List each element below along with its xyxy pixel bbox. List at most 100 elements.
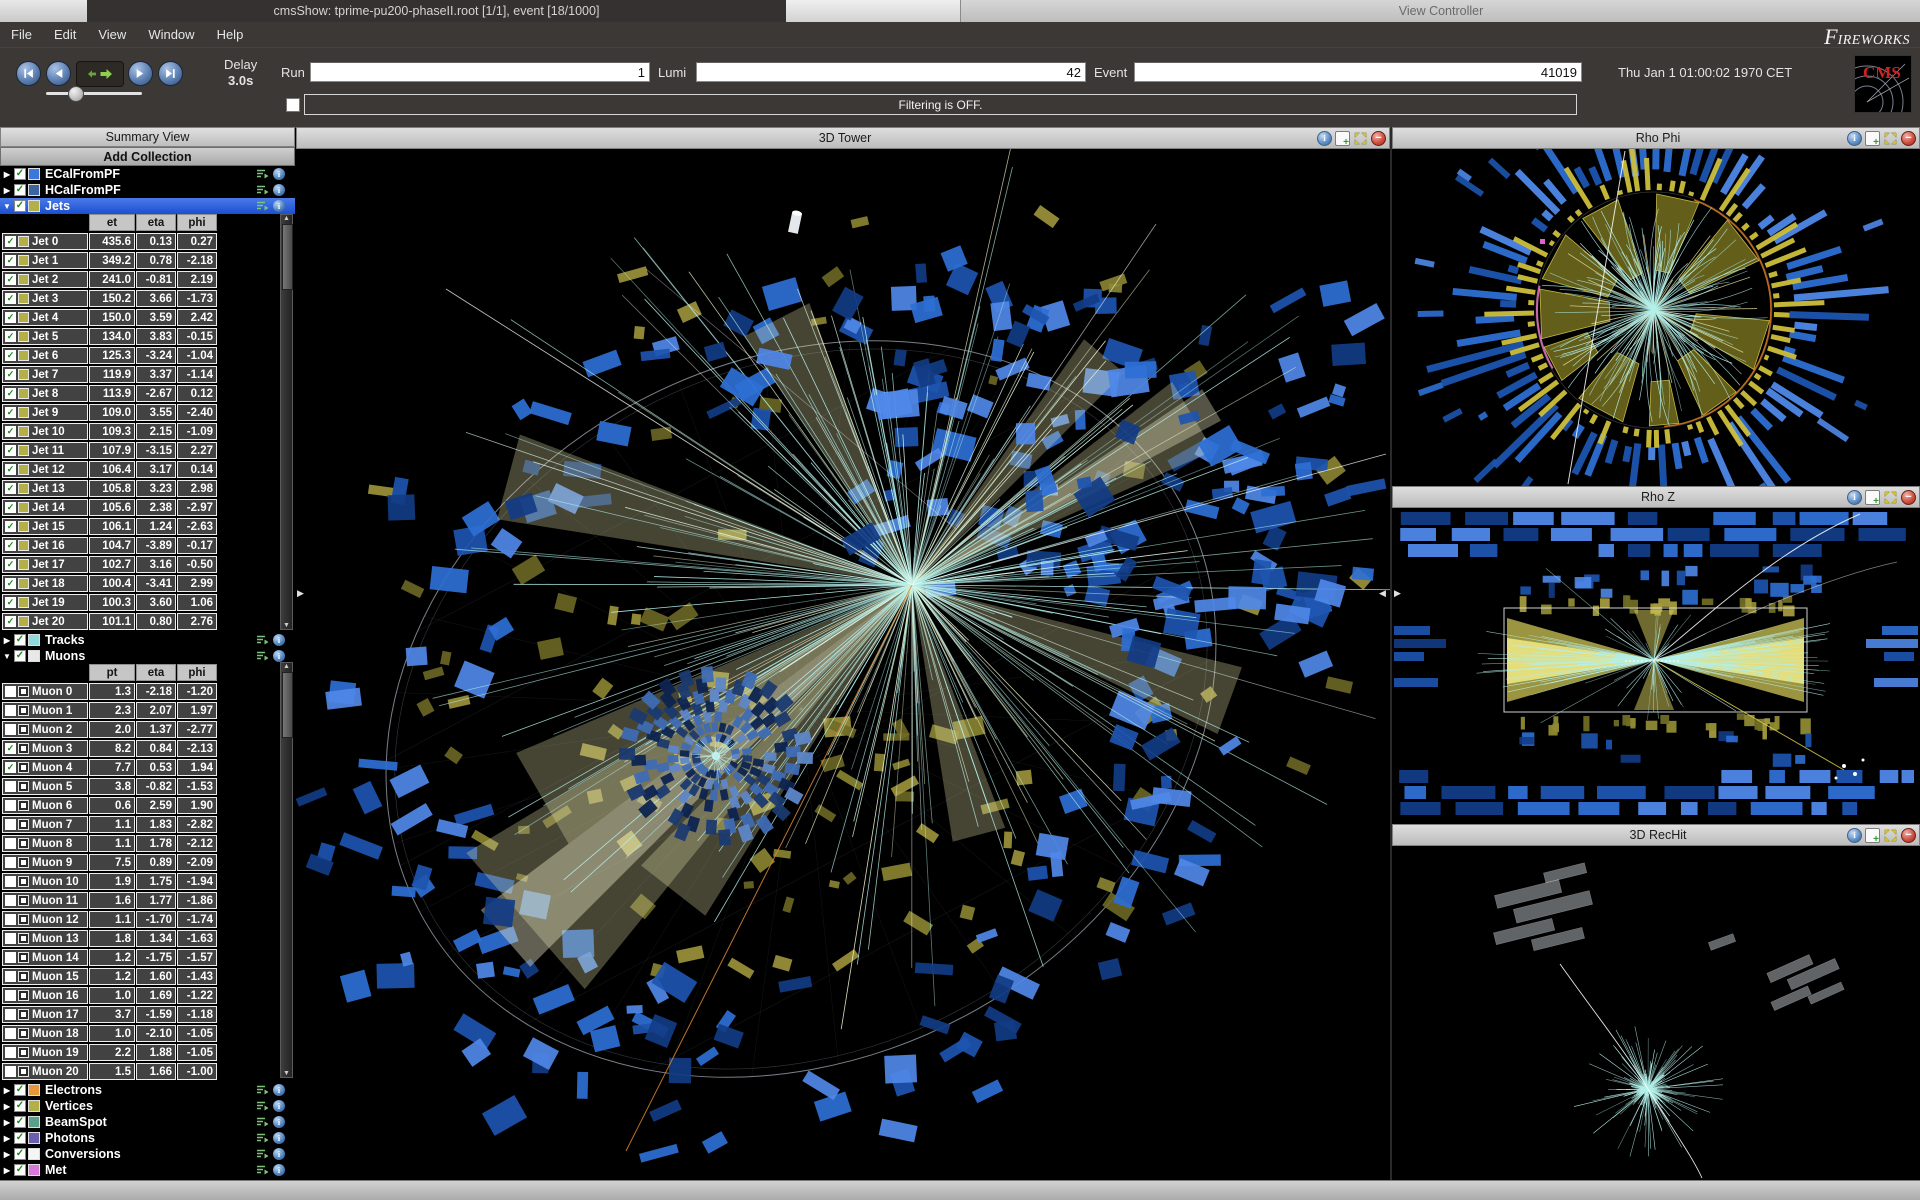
table-row[interactable]: Muon 111.61.77-1.86 — [2, 892, 295, 909]
visibility-checkbox[interactable]: ✓ — [14, 1148, 26, 1160]
item-checkbox[interactable] — [5, 914, 16, 925]
collapse-triangle-icon[interactable]: ▼ — [0, 652, 14, 661]
rhoz-panel-header[interactable]: Rho Z i+− — [1392, 486, 1920, 508]
rechit-viewport[interactable] — [1392, 846, 1920, 1180]
item-checkbox[interactable]: ✓ — [5, 388, 16, 399]
expand-triangle-icon[interactable]: ▶ — [0, 1150, 14, 1159]
menu-item-view[interactable]: View — [87, 27, 137, 42]
item-color-swatch[interactable] — [18, 274, 29, 285]
item-color-swatch[interactable] — [18, 1009, 29, 1020]
delay-slider-knob[interactable] — [68, 86, 84, 102]
visibility-checkbox[interactable]: ✓ — [14, 1164, 26, 1176]
menu-item-edit[interactable]: Edit — [43, 27, 87, 42]
muons-scrollbar[interactable]: ▲▼ — [280, 662, 293, 1078]
info-icon[interactable]: i — [1317, 131, 1332, 146]
undock-view-icon[interactable]: + — [1865, 828, 1880, 843]
table-row[interactable]: ✓Jet 2241.0-0.812.19 — [2, 271, 295, 288]
expand-triangle-icon[interactable]: ▶ — [0, 1134, 14, 1143]
table-row[interactable]: Muon 12.32.071.97 — [2, 702, 295, 719]
table-row[interactable]: ✓Jet 14105.62.38-2.97 — [2, 499, 295, 516]
table-row[interactable]: ✓Jet 6125.3-3.24-1.04 — [2, 347, 295, 364]
item-checkbox[interactable]: ✓ — [5, 445, 16, 456]
table-row[interactable]: Muon 81.11.78-2.12 — [2, 835, 295, 852]
info-icon[interactable]: i — [273, 634, 285, 646]
info-icon[interactable]: i — [273, 1148, 285, 1160]
item-checkbox[interactable] — [5, 895, 16, 906]
color-swatch[interactable] — [28, 1148, 40, 1160]
table-row[interactable]: ✓Jet 16104.7-3.89-0.17 — [2, 537, 295, 554]
info-icon[interactable]: i — [273, 1132, 285, 1144]
filter-icon[interactable] — [256, 185, 269, 196]
item-color-swatch[interactable] — [18, 781, 29, 792]
expand-triangle-icon[interactable]: ▶ — [0, 1102, 14, 1111]
expand-view-icon[interactable] — [1883, 828, 1898, 843]
item-checkbox[interactable]: ✓ — [5, 331, 16, 342]
color-swatch[interactable] — [28, 200, 40, 212]
expand-triangle-icon[interactable]: ▶ — [0, 170, 14, 179]
item-checkbox[interactable]: ✓ — [5, 350, 16, 361]
visibility-checkbox[interactable]: ✓ — [14, 200, 26, 212]
item-checkbox[interactable] — [5, 990, 16, 1001]
table-row[interactable]: Muon 173.7-1.59-1.18 — [2, 1006, 295, 1023]
item-checkbox[interactable] — [5, 952, 16, 963]
table-row[interactable]: Muon 60.62.591.90 — [2, 797, 295, 814]
item-checkbox[interactable] — [5, 857, 16, 868]
summary-view-header[interactable]: Summary View — [0, 127, 295, 147]
color-swatch[interactable] — [28, 1084, 40, 1096]
filter-icon[interactable] — [256, 1149, 269, 1160]
table-row[interactable]: ✓Jet 3150.23.66-1.73 — [2, 290, 295, 307]
jets-scrollbar[interactable]: ▲▼ — [280, 214, 293, 630]
item-color-swatch[interactable] — [18, 876, 29, 887]
table-row[interactable]: ✓Muon 38.20.84-2.13 — [2, 740, 295, 757]
item-checkbox[interactable]: ✓ — [5, 578, 16, 589]
visibility-checkbox[interactable]: ✓ — [14, 1132, 26, 1144]
item-color-swatch[interactable] — [18, 990, 29, 1001]
collection-row-ecalfrompf[interactable]: ▶✓ECalFromPFi — [0, 166, 295, 182]
collection-row-electrons[interactable]: ▶✓Electronsi — [0, 1082, 295, 1098]
color-swatch[interactable] — [28, 1116, 40, 1128]
menu-item-file[interactable]: File — [0, 27, 43, 42]
item-color-swatch[interactable] — [18, 1028, 29, 1039]
filter-icon[interactable] — [256, 1165, 269, 1176]
view-controller-titlebar[interactable]: View Controller — [960, 0, 1920, 23]
item-checkbox[interactable]: ✓ — [5, 762, 16, 773]
rhoz-viewport[interactable] — [1392, 508, 1920, 824]
item-color-swatch[interactable] — [18, 331, 29, 342]
close-view-icon[interactable]: − — [1901, 131, 1916, 146]
color-swatch[interactable] — [28, 1164, 40, 1176]
item-checkbox[interactable] — [5, 838, 16, 849]
item-checkbox[interactable]: ✓ — [5, 502, 16, 513]
item-color-swatch[interactable] — [18, 483, 29, 494]
item-color-swatch[interactable] — [18, 686, 29, 697]
play-direction-control[interactable] — [76, 61, 124, 87]
table-row[interactable]: Muon 121.1-1.70-1.74 — [2, 911, 295, 928]
item-checkbox[interactable] — [5, 1047, 16, 1058]
info-icon[interactable]: i — [273, 1100, 285, 1112]
item-checkbox[interactable] — [5, 971, 16, 982]
splitter-arrow-rightcol[interactable]: ▶ — [1394, 588, 1401, 599]
filter-icon[interactable] — [256, 1117, 269, 1128]
info-icon[interactable]: i — [1847, 828, 1862, 843]
table-row[interactable]: Muon 131.81.34-1.63 — [2, 930, 295, 947]
item-color-swatch[interactable] — [18, 724, 29, 735]
item-checkbox[interactable]: ✓ — [5, 312, 16, 323]
visibility-checkbox[interactable]: ✓ — [14, 184, 26, 196]
item-color-swatch[interactable] — [18, 819, 29, 830]
table-row[interactable]: Muon 01.3-2.18-1.20 — [2, 683, 295, 700]
table-row[interactable]: Muon 101.91.75-1.94 — [2, 873, 295, 890]
rechit-panel-header[interactable]: 3D RecHit i+− — [1392, 824, 1920, 846]
item-checkbox[interactable] — [5, 1009, 16, 1020]
item-checkbox[interactable] — [5, 819, 16, 830]
visibility-checkbox[interactable]: ✓ — [14, 650, 26, 662]
filter-icon[interactable] — [256, 635, 269, 646]
item-color-swatch[interactable] — [18, 445, 29, 456]
info-icon[interactable]: i — [1847, 131, 1862, 146]
expand-triangle-icon[interactable]: ▶ — [0, 1166, 14, 1175]
item-color-swatch[interactable] — [18, 616, 29, 627]
visibility-checkbox[interactable]: ✓ — [14, 1100, 26, 1112]
collection-row-beamspot[interactable]: ▶✓BeamSpoti — [0, 1114, 295, 1130]
item-color-swatch[interactable] — [18, 578, 29, 589]
info-icon[interactable]: i — [273, 184, 285, 196]
table-row[interactable]: Muon 97.50.89-2.09 — [2, 854, 295, 871]
item-color-swatch[interactable] — [18, 426, 29, 437]
